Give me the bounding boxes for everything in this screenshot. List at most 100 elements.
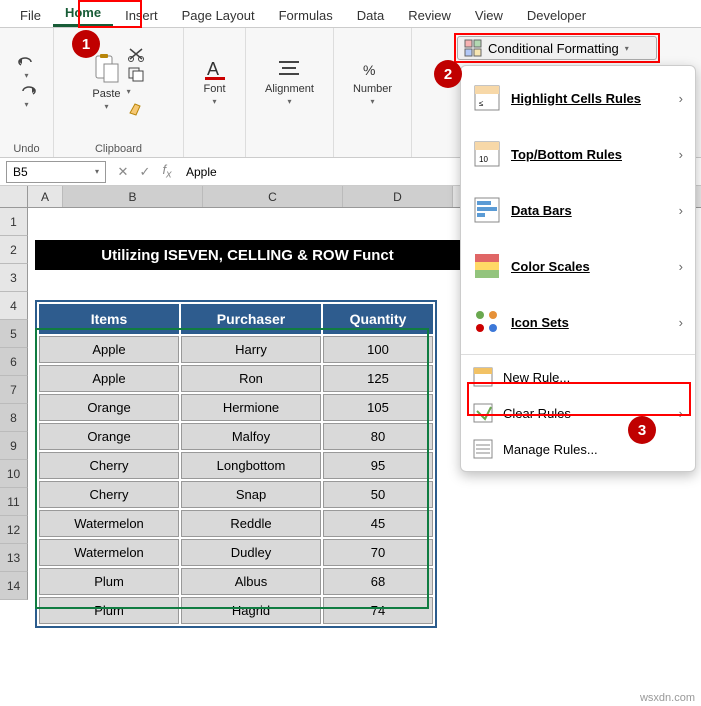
svg-text:10: 10 xyxy=(479,155,488,164)
cell[interactable]: Ron xyxy=(181,365,321,392)
cut-button[interactable] xyxy=(127,46,145,62)
menu-clear-rules[interactable]: Clear Rules › xyxy=(461,395,695,431)
tab-data[interactable]: Data xyxy=(345,4,396,27)
cell[interactable]: 50 xyxy=(323,481,433,508)
tab-file[interactable]: File xyxy=(8,4,53,27)
cell[interactable]: 70 xyxy=(323,539,433,566)
row-header[interactable]: 11 xyxy=(0,488,28,516)
svg-text:%: % xyxy=(363,62,375,78)
highlight-cells-icon: ≤ xyxy=(473,84,501,112)
cancel-formula-button[interactable]: ✕ xyxy=(112,164,134,180)
row-header[interactable]: 4 xyxy=(0,292,28,320)
cell[interactable]: Albus xyxy=(181,568,321,595)
cell[interactable]: Cherry xyxy=(39,481,179,508)
cell[interactable]: Hagrid xyxy=(181,597,321,624)
menu-separator xyxy=(461,354,695,355)
cell[interactable]: Snap xyxy=(181,481,321,508)
header-items[interactable]: Items xyxy=(39,304,179,334)
fx-button[interactable]: fx xyxy=(156,162,178,181)
row-header[interactable]: 5 xyxy=(0,320,28,348)
row-header[interactable]: 12 xyxy=(0,516,28,544)
copy-button[interactable]: ▾ xyxy=(127,66,145,97)
cell[interactable]: 105 xyxy=(323,394,433,421)
tab-view[interactable]: View xyxy=(463,4,515,27)
icon-sets-icon xyxy=(473,308,501,336)
cell[interactable]: Longbottom xyxy=(181,452,321,479)
menu-manage-rules[interactable]: Manage Rules... xyxy=(461,431,695,467)
cell[interactable]: 125 xyxy=(323,365,433,392)
cell[interactable]: Orange xyxy=(39,394,179,421)
data-table: Items Purchaser Quantity AppleHarry100 A… xyxy=(35,300,437,628)
header-quantity[interactable]: Quantity xyxy=(323,304,433,334)
group-label-clipboard: Clipboard xyxy=(95,141,142,155)
row-header[interactable]: 14 xyxy=(0,572,28,600)
cell[interactable]: 100 xyxy=(323,336,433,363)
tab-developer[interactable]: Developer xyxy=(515,4,598,27)
row-header[interactable]: 7 xyxy=(0,376,28,404)
row-header[interactable]: 13 xyxy=(0,544,28,572)
watermark: wsxdn.com xyxy=(640,692,695,704)
col-header-d[interactable]: D xyxy=(343,186,453,207)
cell[interactable]: Orange xyxy=(39,423,179,450)
chevron-right-icon: › xyxy=(679,147,683,162)
cell[interactable]: Plum xyxy=(39,568,179,595)
name-box[interactable]: B5▾ xyxy=(6,161,106,183)
font-group-button[interactable]: A Font▾ xyxy=(203,57,227,106)
undo-button[interactable]: ▾ xyxy=(17,55,37,80)
cell[interactable]: Malfoy xyxy=(181,423,321,450)
tab-home[interactable]: Home xyxy=(53,1,113,27)
row-header[interactable]: 6 xyxy=(0,348,28,376)
alignment-group-button[interactable]: Alignment▾ xyxy=(265,57,314,106)
menu-icon-sets[interactable]: Icon Sets › xyxy=(461,294,695,350)
tab-review[interactable]: Review xyxy=(396,4,463,27)
menu-data-bars[interactable]: Data Bars › xyxy=(461,182,695,238)
enter-formula-button[interactable]: ✓ xyxy=(134,164,156,180)
callout-1: 1 xyxy=(72,30,100,58)
cell[interactable]: 80 xyxy=(323,423,433,450)
col-header-b[interactable]: B xyxy=(63,186,203,207)
color-scales-icon xyxy=(473,252,501,280)
cell[interactable]: Harry xyxy=(181,336,321,363)
col-header-a[interactable]: A xyxy=(28,186,63,207)
cell[interactable]: Plum xyxy=(39,597,179,624)
row-header[interactable]: 2 xyxy=(0,236,28,264)
menu-top-bottom[interactable]: 10 Top/Bottom Rules › xyxy=(461,126,695,182)
table-row: CherrySnap50 xyxy=(39,481,433,508)
new-rule-icon xyxy=(473,367,493,387)
select-all-corner[interactable] xyxy=(0,186,28,207)
cell[interactable]: Dudley xyxy=(181,539,321,566)
cell[interactable]: Watermelon xyxy=(39,539,179,566)
cell[interactable]: 45 xyxy=(323,510,433,537)
chevron-right-icon: › xyxy=(679,203,683,218)
tab-insert[interactable]: Insert xyxy=(113,4,170,27)
tab-formulas[interactable]: Formulas xyxy=(267,4,345,27)
row-header[interactable]: 9 xyxy=(0,432,28,460)
number-group-button[interactable]: % Number▾ xyxy=(353,57,392,106)
menu-highlight-cells[interactable]: ≤ Highlight Cells Rules › xyxy=(461,70,695,126)
menu-label: Top/Bottom Rules xyxy=(511,147,622,162)
conditional-formatting-button[interactable]: Conditional Formatting ▾ xyxy=(457,36,657,60)
row-header[interactable]: 10 xyxy=(0,460,28,488)
table-row: WatermelonDudley70 xyxy=(39,539,433,566)
cell[interactable]: Reddle xyxy=(181,510,321,537)
row-header[interactable]: 1 xyxy=(0,208,28,236)
menu-color-scales[interactable]: Color Scales › xyxy=(461,238,695,294)
group-label-undo: Undo xyxy=(13,141,39,155)
cell[interactable]: 95 xyxy=(323,452,433,479)
cell[interactable]: Apple xyxy=(39,365,179,392)
redo-button[interactable]: ▾ xyxy=(17,84,37,109)
tab-page-layout[interactable]: Page Layout xyxy=(170,4,267,27)
row-header[interactable]: 8 xyxy=(0,404,28,432)
cell[interactable]: 74 xyxy=(323,597,433,624)
cell[interactable]: Hermione xyxy=(181,394,321,421)
cell[interactable]: Cherry xyxy=(39,452,179,479)
col-header-c[interactable]: C xyxy=(203,186,343,207)
paste-button[interactable]: Paste▾ xyxy=(92,52,120,111)
format-painter-button[interactable] xyxy=(127,101,145,117)
header-purchaser[interactable]: Purchaser xyxy=(181,304,321,334)
row-header[interactable]: 3 xyxy=(0,264,28,292)
menu-new-rule[interactable]: New Rule... xyxy=(461,359,695,395)
cell[interactable]: Apple xyxy=(39,336,179,363)
cell[interactable]: Watermelon xyxy=(39,510,179,537)
cell[interactable]: 68 xyxy=(323,568,433,595)
